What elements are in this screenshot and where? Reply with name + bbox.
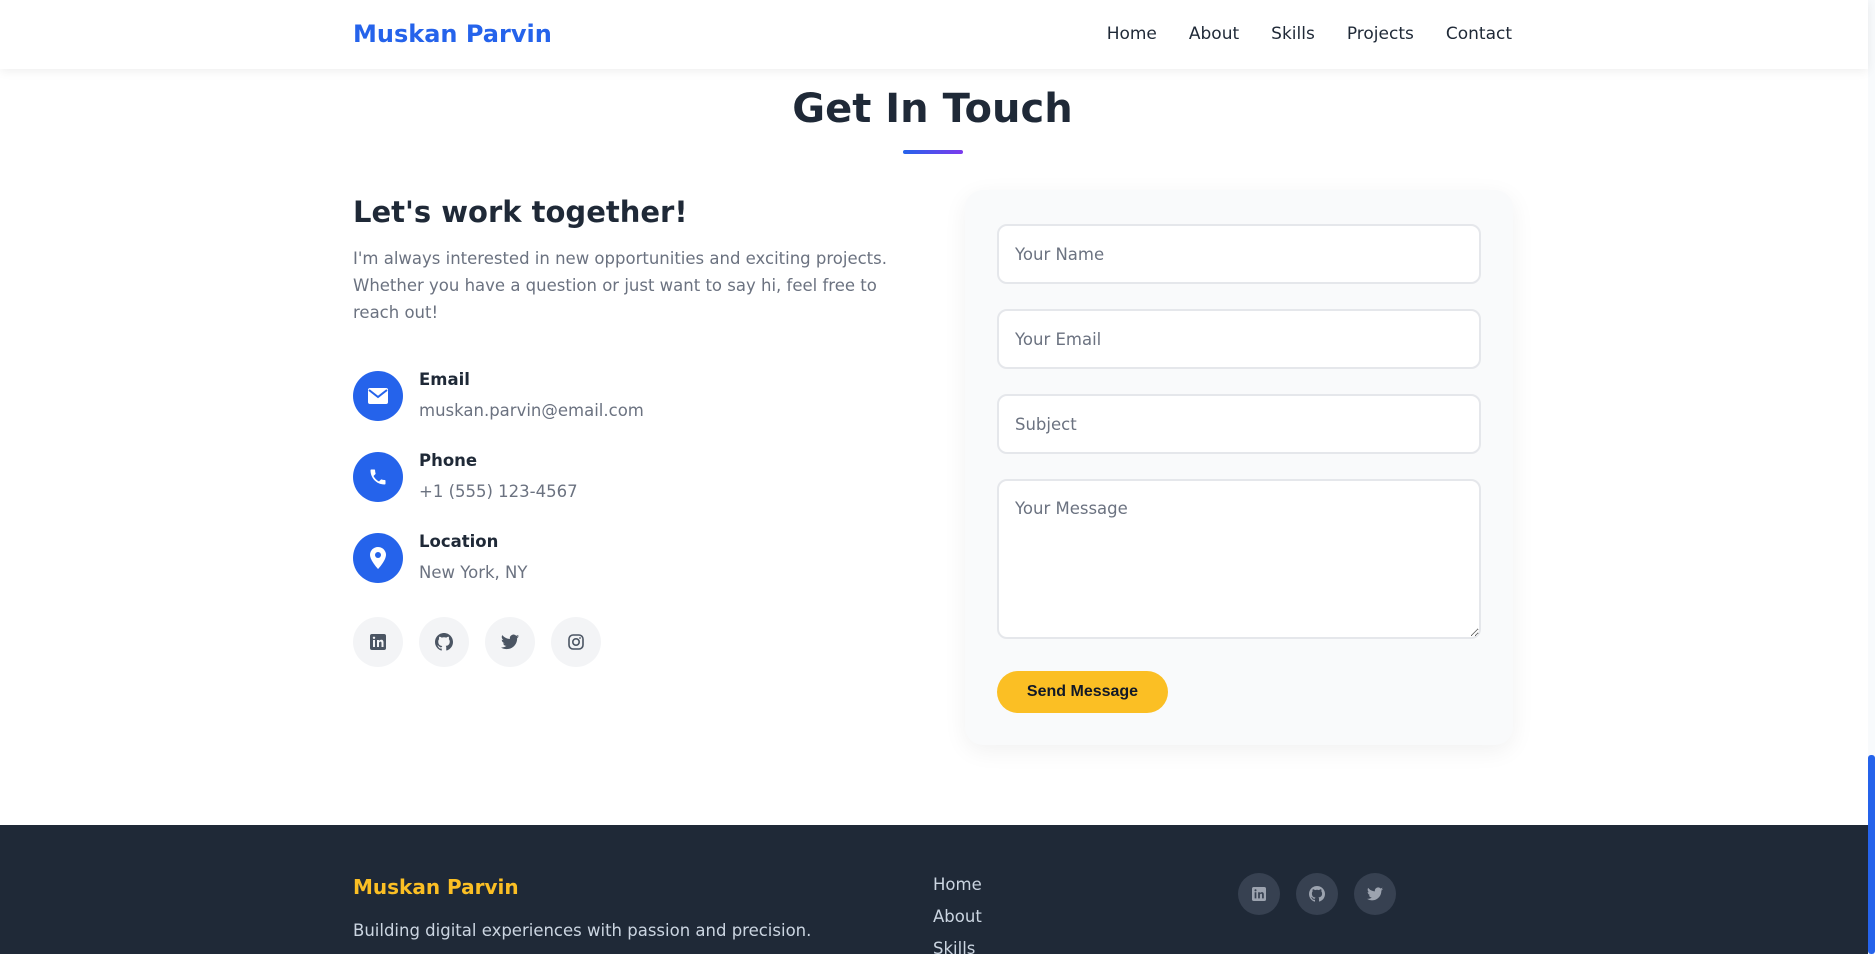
nav-home[interactable]: Home	[1107, 24, 1157, 44]
main-nav: Home About Skills Projects Contact	[1107, 24, 1512, 44]
scrollbar-thumb[interactable]	[1868, 755, 1875, 954]
twitter-icon[interactable]	[1354, 873, 1396, 915]
subject-field[interactable]	[997, 394, 1481, 454]
send-message-button[interactable]: Send Message	[997, 671, 1168, 713]
page-scrollbar[interactable]	[1868, 0, 1875, 954]
footer-link-skills[interactable]: Skills	[933, 939, 982, 954]
info-item-location: Location New York, NY	[353, 532, 853, 585]
nav-skills[interactable]: Skills	[1271, 24, 1315, 44]
email-field[interactable]	[997, 309, 1481, 369]
lead-text: I'm always interested in new opportuniti…	[353, 249, 887, 322]
phone-icon	[353, 452, 403, 502]
envelope-icon	[353, 371, 403, 421]
nav-projects[interactable]: Projects	[1347, 24, 1414, 44]
github-icon[interactable]	[1296, 873, 1338, 915]
brand-logo[interactable]: Muskan Parvin	[353, 20, 552, 48]
site-header: Muskan Parvin Home About Skills Projects…	[0, 0, 1868, 69]
map-pin-icon	[353, 533, 403, 583]
linkedin-icon[interactable]	[1238, 873, 1280, 915]
info-label-phone: Phone	[419, 451, 478, 470]
site-footer: Muskan Parvin Building digital experienc…	[0, 825, 1868, 954]
footer-links: Home About Skills	[933, 875, 982, 954]
social-links	[353, 617, 601, 667]
nav-contact[interactable]: Contact	[1446, 24, 1512, 44]
info-label-location: Location	[419, 532, 499, 551]
footer-social-links	[1238, 873, 1396, 915]
info-value-phone: +1 (555) 123-4567	[419, 482, 578, 501]
info-item-phone: Phone +1 (555) 123-4567	[353, 451, 853, 504]
twitter-icon[interactable]	[485, 617, 535, 667]
info-item-email: Email muskan.parvin@email.com	[353, 370, 853, 423]
info-value-email: muskan.parvin@email.com	[419, 401, 644, 420]
message-field[interactable]	[997, 479, 1481, 639]
contact-info: Let's work together! I'm always interest…	[353, 195, 913, 326]
contact-form: Send Message	[965, 190, 1513, 745]
title-underline	[903, 150, 963, 154]
nav-about[interactable]: About	[1189, 24, 1239, 44]
footer-link-home[interactable]: Home	[933, 875, 982, 894]
section-title: Get In Touch	[792, 86, 1073, 132]
info-label-email: Email	[419, 370, 470, 389]
footer-brand: Muskan Parvin	[353, 875, 519, 899]
info-value-location: New York, NY	[419, 563, 528, 582]
instagram-icon[interactable]	[551, 617, 601, 667]
footer-tagline: Building digital experiences with passio…	[353, 921, 812, 940]
footer-link-about[interactable]: About	[933, 907, 982, 926]
github-icon[interactable]	[419, 617, 469, 667]
linkedin-icon[interactable]	[353, 617, 403, 667]
lead-title: Let's work together!	[353, 195, 688, 229]
name-field[interactable]	[997, 224, 1481, 284]
